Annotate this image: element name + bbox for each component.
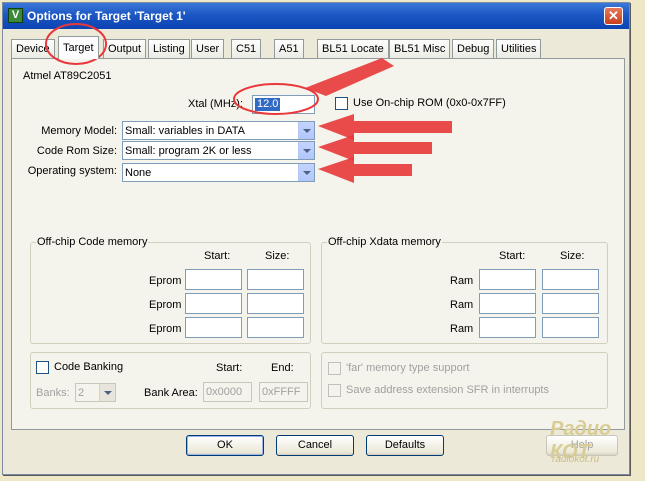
eprom-size-input[interactable] [247,293,304,314]
tab-listing[interactable]: Listing [148,39,190,58]
bank-area-start-input[interactable]: 0x0000 [203,382,252,402]
eprom-start-input[interactable] [185,293,242,314]
ram-size-input[interactable] [542,293,599,314]
tab-target[interactable]: Target [58,36,99,59]
banks-select[interactable]: 2 [75,383,116,402]
memory-model-value: Small: variables in DATA [125,125,246,137]
chevron-down-icon[interactable] [298,122,314,139]
banks-label: Banks: [36,387,70,399]
os-select[interactable]: None [122,163,315,182]
far-options-group: 'far' memory type support Save address e… [321,352,608,409]
tab-bl51-locate[interactable]: BL51 Locate [317,39,389,58]
eprom-label: Eprom [149,299,182,311]
window-title: Options for Target 'Target 1' [27,9,186,23]
onchip-rom-checkbox[interactable] [335,97,348,110]
tab-debug[interactable]: Debug [452,39,495,58]
close-icon[interactable]: ✕ [604,7,623,25]
xdata-size-header: Size: [560,250,585,262]
tab-device[interactable]: Device [11,39,55,58]
chevron-down-icon[interactable] [99,384,115,401]
eprom-size-input[interactable] [247,269,304,290]
banks-value: 2 [78,387,85,399]
title-bar[interactable]: V Options for Target 'Target 1' ✕ [3,3,629,29]
ram-label: Ram [450,275,474,287]
device-name: Atmel AT89C2051 [23,70,112,82]
ram-start-input[interactable] [479,269,536,290]
os-label: Operating system: [27,165,117,177]
code-rom-select[interactable]: Small: program 2K or less [122,141,315,160]
code-start-header: Start: [204,250,231,262]
xtal-value: 12.0 [255,98,281,111]
offchip-code-group: Off-chip Code memory Start: Size: Eprom … [30,236,311,344]
memory-model-label: Memory Model: [41,125,117,137]
bank-area-end-value: 0xFFFF [262,386,301,398]
tab-c51[interactable]: C51 [231,39,262,58]
code-rom-label: Code Rom Size: [36,145,117,157]
tab-a51[interactable]: A51 [274,39,304,58]
onchip-rom-label: Use On-chip ROM (0x0-0x7FF) [353,97,506,109]
offchip-xdata-group: Off-chip Xdata memory Start: Size: Ram R… [321,236,608,344]
watermark-url: radiokot.ru [552,454,600,465]
ok-button[interactable]: OK [186,435,264,456]
code-rom-value: Small: program 2K or less [125,145,252,157]
code-banking-label: Code Banking [54,361,124,373]
tab-user[interactable]: User [191,39,225,58]
eprom-size-input[interactable] [247,317,304,338]
chevron-down-icon[interactable] [298,142,314,159]
eprom-label: Eprom [149,275,182,287]
bank-start-header: Start: [216,362,243,374]
ram-size-input[interactable] [542,269,599,290]
far-memory-label: 'far' memory type support [346,362,470,374]
far-memory-checkbox[interactable] [328,362,341,375]
ram-label: Ram [450,299,474,311]
ram-size-input[interactable] [542,317,599,338]
chevron-down-icon[interactable] [298,164,314,181]
bank-end-header: End: [271,362,294,374]
eprom-start-input[interactable] [185,269,242,290]
bank-area-label: Bank Area: [144,387,198,399]
ram-label: Ram [450,323,474,335]
app-icon: V [8,8,23,23]
offchip-xdata-title: Off-chip Xdata memory [327,236,442,248]
memory-model-select[interactable]: Small: variables in DATA [122,121,315,140]
watermark: Радио КОТ radiokot.ru [548,418,640,476]
ram-start-input[interactable] [479,317,536,338]
xdata-start-header: Start: [499,250,526,262]
options-dialog: V Options for Target 'Target 1' ✕ Device… [2,2,630,475]
tab-output[interactable]: Output [103,39,147,58]
eprom-label: Eprom [149,323,182,335]
save-sfr-checkbox[interactable] [328,384,341,397]
cancel-button[interactable]: Cancel [276,435,354,456]
offchip-code-title: Off-chip Code memory [36,236,149,248]
eprom-start-input[interactable] [185,317,242,338]
tab-utilities[interactable]: Utilities [496,39,542,58]
target-panel: Atmel AT89C2051 Xtal (MHz): 12.0 Use On-… [11,58,625,430]
defaults-button[interactable]: Defaults [366,435,444,456]
code-banking-group: Code Banking Start: End: Banks: 2 Bank A… [30,352,311,409]
tab-bl51-misc[interactable]: BL51 Misc [389,39,451,58]
xtal-input[interactable]: 12.0 [252,95,315,114]
ram-start-input[interactable] [479,293,536,314]
bank-area-start-value: 0x0000 [206,386,243,398]
code-banking-checkbox[interactable] [36,361,49,374]
code-size-header: Size: [265,250,290,262]
save-sfr-label: Save address extension SFR in interrupts [346,384,549,396]
bank-area-end-input[interactable]: 0xFFFF [259,382,308,402]
os-value: None [125,167,152,179]
xtal-label: Xtal (MHz): [188,98,243,110]
